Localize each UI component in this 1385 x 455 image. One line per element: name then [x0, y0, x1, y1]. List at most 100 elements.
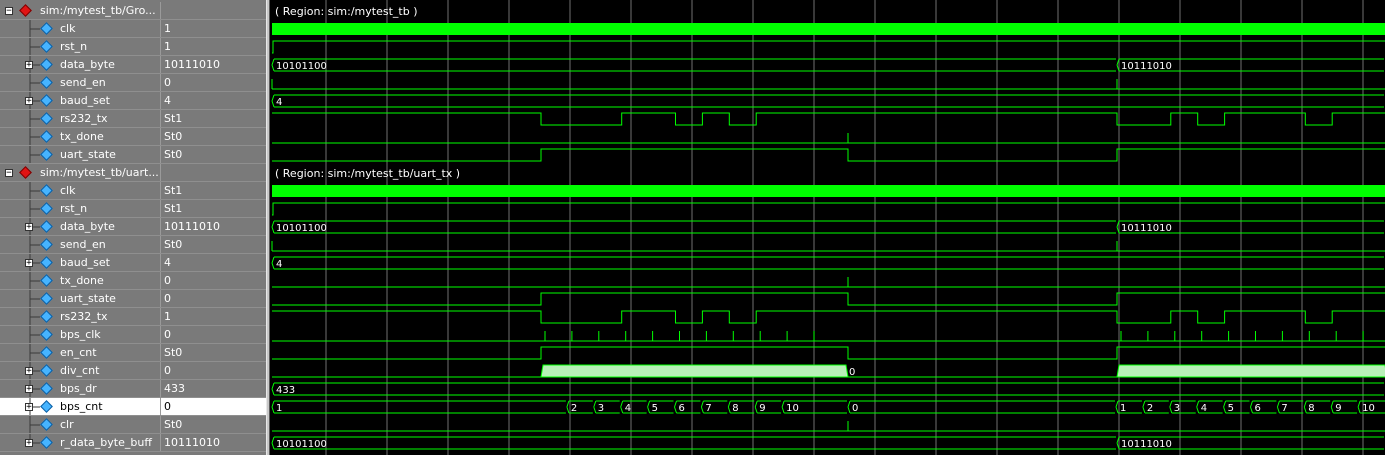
signal-value: 0: [160, 398, 266, 416]
expand-icon[interactable]: +: [25, 403, 33, 412]
signal-row-baud-set[interactable]: + baud_set: [0, 92, 160, 110]
bus-value-bps-cnt: 6: [1255, 403, 1261, 414]
row-divider: [160, 163, 266, 164]
row-divider: [160, 127, 266, 128]
bus-value-bps-cnt: 9: [1335, 403, 1341, 414]
row-divider: [0, 433, 160, 434]
expand-icon[interactable]: +: [25, 259, 33, 268]
signal-row-bps-clk[interactable]: bps_clk: [0, 326, 160, 344]
expand-icon[interactable]: +: [25, 439, 33, 448]
signal-value: 0: [160, 272, 266, 290]
signal-row-uart-state[interactable]: uart_state: [0, 290, 160, 308]
signal-diamond-icon: [40, 274, 53, 287]
signal-diamond-icon: [40, 418, 53, 431]
waveform-pane[interactable]: ( Region: sim:/mytest_tb ) 10101100 101110…: [270, 0, 1385, 455]
row-divider: [160, 361, 266, 362]
bus-segment-r-data-byte-buff: [271, 436, 1116, 450]
bus-value-r-data-byte-buff: 10111010: [1121, 439, 1172, 450]
signal-row-bps-dr[interactable]: + bps_dr: [0, 380, 160, 398]
expand-icon[interactable]: +: [25, 223, 33, 232]
waveform-canvas[interactable]: ( Region: sim:/mytest_tb )10101100 101110…: [270, 0, 1385, 455]
signal-name: tx_done: [60, 274, 104, 287]
row-divider: [160, 307, 266, 308]
expand-icon[interactable]: +: [25, 367, 33, 376]
expand-icon[interactable]: +: [25, 97, 33, 106]
signal-row-clr[interactable]: clr: [0, 416, 160, 434]
bus-segment-baud-set: [271, 94, 1384, 108]
signal-name: en_cnt: [60, 346, 97, 359]
signal-name: rst_n: [60, 202, 88, 215]
signal-row-tx-done[interactable]: tx_done: [0, 128, 160, 146]
signal-row-rst-n[interactable]: rst_n: [0, 200, 160, 218]
signal-name: bps_dr: [60, 382, 97, 395]
row-divider: [160, 109, 266, 110]
expand-icon[interactable]: +: [25, 385, 33, 394]
bus-segment-baud-set: [271, 256, 1384, 270]
bus-value-bps-cnt: 10: [786, 403, 799, 414]
signal-diamond-icon: [40, 292, 53, 305]
group-header[interactable]: − sim:/mytest_tb/Gro...: [0, 2, 160, 20]
signal-name: r_data_byte_buff: [60, 436, 152, 449]
row-divider: [0, 415, 160, 416]
bus-value-div-cnt: 0: [849, 367, 855, 378]
signal-value: 1: [160, 38, 266, 56]
row-divider: [0, 19, 160, 20]
row-divider: [160, 379, 266, 380]
signal-row-div-cnt[interactable]: + div_cnt: [0, 362, 160, 380]
signal-value-pane: 1 1 10111010 0 4 St1 St0 St0 St1 St1 10111010 St0 4 0…: [160, 0, 266, 455]
wave-rst-n: [272, 202, 1385, 216]
signal-row-uart-state[interactable]: uart_state: [0, 146, 160, 164]
signal-row-clk[interactable]: clk: [0, 20, 160, 38]
row-divider: [160, 271, 266, 272]
signal-name: bps_cnt: [60, 400, 103, 413]
row-divider: [0, 145, 160, 146]
signal-row-tx-done[interactable]: tx_done: [0, 272, 160, 290]
analog-region-div-cnt: [1116, 364, 1385, 378]
signal-row-rs232-tx[interactable]: rs232_tx: [0, 308, 160, 326]
row-divider: [160, 253, 266, 254]
signal-name: send_en: [60, 238, 106, 251]
signal-value: St1: [160, 200, 266, 218]
bus-value-bps-cnt: 7: [1281, 403, 1287, 414]
wave-clk: [272, 185, 1385, 197]
signal-value: St1: [160, 110, 266, 128]
row-divider: [0, 163, 160, 164]
signal-row-clk[interactable]: clk: [0, 182, 160, 200]
signal-diamond-icon: [40, 22, 53, 35]
group-label: sim:/mytest_tb/uart...: [40, 166, 159, 179]
signal-diamond-icon: [40, 256, 53, 269]
group-header[interactable]: − sim:/mytest_tb/uart...: [0, 164, 160, 182]
signal-name: data_byte: [60, 220, 115, 233]
collapse-icon[interactable]: −: [5, 169, 13, 178]
signal-row-send-en[interactable]: send_en: [0, 236, 160, 254]
group-value-cell: [160, 2, 266, 20]
wave-en-cnt: [272, 346, 1385, 360]
signal-row-rst-n[interactable]: rst_n: [0, 38, 160, 56]
signal-row-send-en[interactable]: send_en: [0, 74, 160, 92]
bus-value-bps-cnt: 2: [571, 403, 577, 414]
row-divider: [160, 19, 266, 20]
group-value-cell: [160, 164, 266, 182]
signal-value: 0: [160, 74, 266, 92]
signal-value: 10111010: [160, 218, 266, 236]
signal-row-rs232-tx[interactable]: rs232_tx: [0, 110, 160, 128]
signal-name: baud_set: [60, 256, 110, 269]
signal-value: 0: [160, 326, 266, 344]
row-divider: [160, 73, 266, 74]
signal-row-data-byte[interactable]: + data_byte: [0, 56, 160, 74]
signal-value: St0: [160, 128, 266, 146]
bus-value-data-byte: 10101100: [276, 223, 327, 234]
wave-clk: [272, 23, 1385, 35]
row-divider: [0, 325, 160, 326]
signal-row-baud-set[interactable]: + baud_set: [0, 254, 160, 272]
group-label: sim:/mytest_tb/Gro...: [40, 4, 156, 17]
expand-icon[interactable]: +: [25, 61, 33, 70]
signal-row-data-byte[interactable]: + data_byte: [0, 218, 160, 236]
collapse-icon[interactable]: −: [5, 7, 13, 16]
signal-diamond-icon: [40, 220, 53, 233]
signal-row-bps-cnt[interactable]: + bps_cnt: [0, 398, 160, 416]
signal-row-r-data-byte-buff[interactable]: + r_data_byte_buff: [0, 434, 160, 452]
signal-row-en-cnt[interactable]: en_cnt: [0, 344, 160, 362]
row-divider: [160, 433, 266, 434]
row-divider: [160, 289, 266, 290]
